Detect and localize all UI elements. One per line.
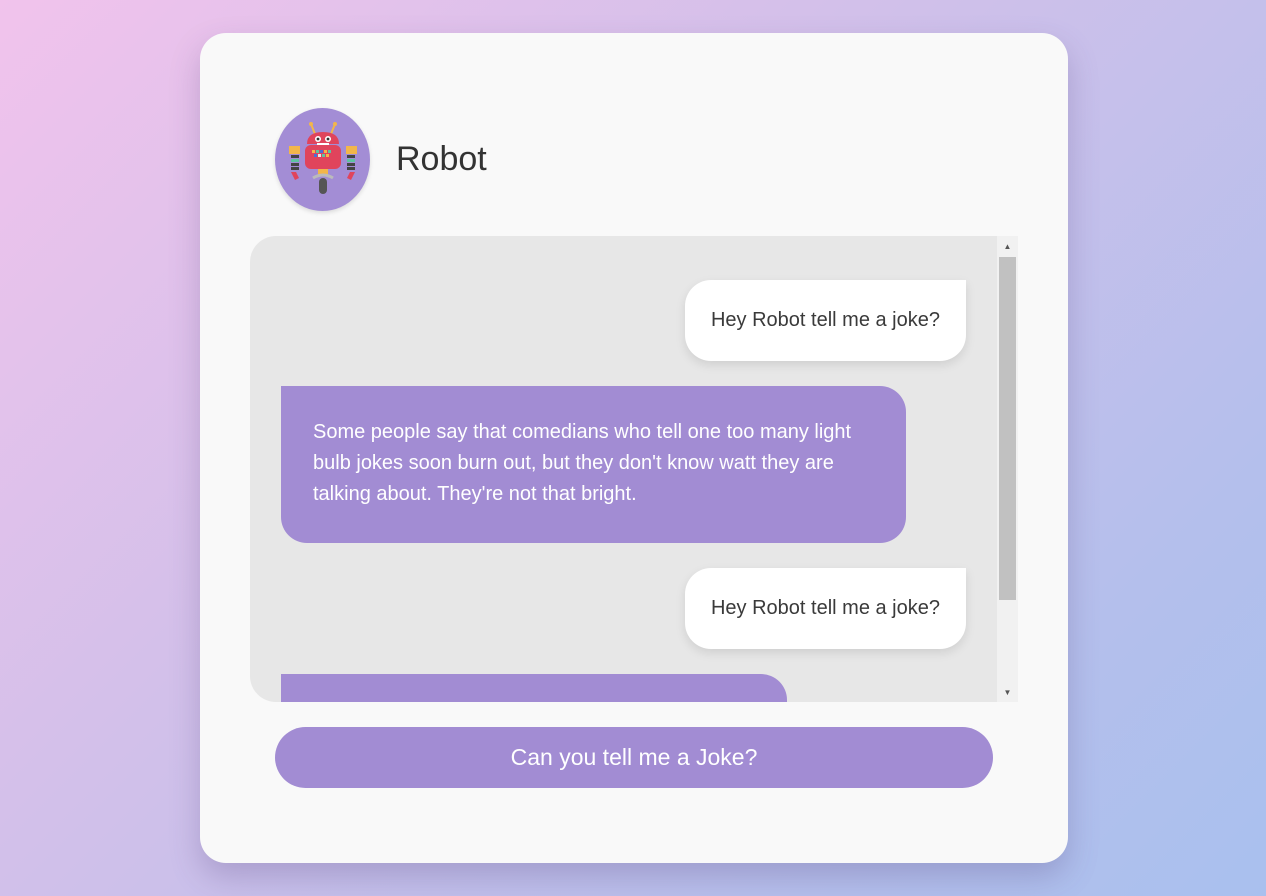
chat-window[interactable]: Hey Robot tell me a joke? Some people sa… xyxy=(250,236,1018,702)
chat-card: Robot Hey Robot tell me a joke? Some peo… xyxy=(200,33,1068,863)
user-message: Hey Robot tell me a joke? xyxy=(684,280,966,361)
bot-message: Some people say that comedians who tell … xyxy=(281,386,906,543)
triangle-up-icon[interactable]: ▲ xyxy=(997,236,1018,256)
chat-scrollbar[interactable]: ▲ ▼ xyxy=(997,236,1018,702)
scroll-thumb[interactable] xyxy=(999,257,1016,600)
bot-name: Robot xyxy=(396,140,487,178)
message-list: Hey Robot tell me a joke? Some people sa… xyxy=(250,236,997,702)
chat-header: Robot xyxy=(275,108,487,211)
robot-icon xyxy=(288,121,357,194)
bot-message xyxy=(281,674,787,702)
user-message: Hey Robot tell me a joke? xyxy=(684,568,966,649)
bot-avatar xyxy=(275,108,370,211)
triangle-down-icon[interactable]: ▼ xyxy=(997,682,1018,702)
tell-joke-button[interactable]: Can you tell me a Joke? xyxy=(275,727,993,788)
